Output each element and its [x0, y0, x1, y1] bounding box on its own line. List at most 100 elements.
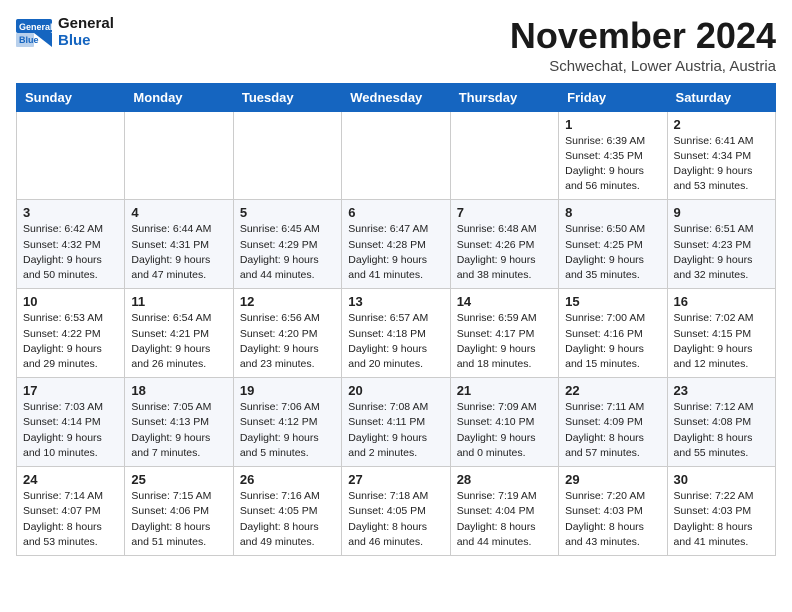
weekday-header-wednesday: Wednesday [342, 83, 450, 111]
logo: General Blue General Blue [16, 16, 114, 49]
calendar-cell: 7 Sunrise: 6:48 AM Sunset: 4:26 PM Daylig… [450, 200, 558, 289]
day-number: 4 [131, 205, 226, 220]
day-number: 8 [565, 205, 660, 220]
day-info: Sunrise: 7:15 AM Sunset: 4:06 PM Dayligh… [131, 489, 226, 550]
title-area: November 2024 Schwechat, Lower Austria, … [510, 16, 776, 75]
calendar-cell [125, 111, 233, 200]
day-info: Sunrise: 7:05 AM Sunset: 4:13 PM Dayligh… [131, 400, 226, 461]
day-number: 28 [457, 472, 552, 487]
calendar-cell: 24Sunrise: 7:14 AM Sunset: 4:07 PM Dayli… [17, 467, 125, 556]
day-info: Sunrise: 6:39 AM Sunset: 4:35 PM Dayligh… [565, 134, 660, 195]
day-number: 9 [674, 205, 769, 220]
day-info: Sunrise: 7:02 AM Sunset: 4:15 PM Dayligh… [674, 311, 769, 372]
month-title: November 2024 [510, 16, 776, 56]
day-info: Sunrise: 7:11 AM Sunset: 4:09 PM Dayligh… [565, 400, 660, 461]
day-number: 6 [348, 205, 443, 220]
day-number: 1 [565, 117, 660, 132]
day-number: 5 [240, 205, 335, 220]
svg-text:Blue: Blue [19, 35, 39, 45]
calendar-week-row: 1 Sunrise: 6:39 AM Sunset: 4:35 PM Daylig… [17, 111, 776, 200]
day-number: 20 [348, 383, 443, 398]
page-header: General Blue General Blue November 2024 … [16, 16, 776, 75]
day-info: Sunrise: 6:59 AM Sunset: 4:17 PM Dayligh… [457, 311, 552, 372]
day-number: 11 [131, 294, 226, 309]
calendar-cell: 5 Sunrise: 6:45 AM Sunset: 4:29 PM Daylig… [233, 200, 341, 289]
calendar-cell: 10 Sunrise: 6:53 AM Sunset: 4:22 PM Dayli… [17, 289, 125, 378]
calendar-cell: 2Sunrise: 6:41 AM Sunset: 4:34 PM Daylig… [667, 111, 775, 200]
day-info: Sunrise: 7:06 AM Sunset: 4:12 PM Dayligh… [240, 400, 335, 461]
weekday-header-friday: Friday [559, 83, 667, 111]
calendar-cell: 9 Sunrise: 6:51 AM Sunset: 4:23 PM Daylig… [667, 200, 775, 289]
day-info: Sunrise: 7:08 AM Sunset: 4:11 PM Dayligh… [348, 400, 443, 461]
day-number: 29 [565, 472, 660, 487]
day-number: 26 [240, 472, 335, 487]
logo-general: General [58, 16, 114, 33]
day-info: Sunrise: 6:44 AM Sunset: 4:31 PM Dayligh… [131, 222, 226, 283]
weekday-header-saturday: Saturday [667, 83, 775, 111]
day-info: Sunrise: 6:50 AM Sunset: 4:25 PM Dayligh… [565, 222, 660, 283]
calendar-cell [342, 111, 450, 200]
calendar-week-row: 24Sunrise: 7:14 AM Sunset: 4:07 PM Dayli… [17, 467, 776, 556]
calendar-cell: 13 Sunrise: 6:57 AM Sunset: 4:18 PM Dayli… [342, 289, 450, 378]
calendar-cell: 23 Sunrise: 7:12 AM Sunset: 4:08 PM Dayli… [667, 378, 775, 467]
logo-blue: Blue [58, 33, 114, 50]
day-number: 21 [457, 383, 552, 398]
day-info: Sunrise: 6:51 AM Sunset: 4:23 PM Dayligh… [674, 222, 769, 283]
calendar-cell: 8 Sunrise: 6:50 AM Sunset: 4:25 PM Daylig… [559, 200, 667, 289]
day-info: Sunrise: 7:00 AM Sunset: 4:16 PM Dayligh… [565, 311, 660, 372]
weekday-header-monday: Monday [125, 83, 233, 111]
day-number: 23 [674, 383, 769, 398]
weekday-header-thursday: Thursday [450, 83, 558, 111]
calendar-cell: 6 Sunrise: 6:47 AM Sunset: 4:28 PM Daylig… [342, 200, 450, 289]
weekday-header-sunday: Sunday [17, 83, 125, 111]
calendar-cell: 19 Sunrise: 7:06 AM Sunset: 4:12 PM Dayli… [233, 378, 341, 467]
weekday-header-row: SundayMondayTuesdayWednesdayThursdayFrid… [17, 83, 776, 111]
calendar-cell: 18 Sunrise: 7:05 AM Sunset: 4:13 PM Dayli… [125, 378, 233, 467]
calendar-cell: 22Sunrise: 7:11 AM Sunset: 4:09 PM Dayli… [559, 378, 667, 467]
day-info: Sunrise: 7:03 AM Sunset: 4:14 PM Dayligh… [23, 400, 118, 461]
day-info: Sunrise: 6:45 AM Sunset: 4:29 PM Dayligh… [240, 222, 335, 283]
day-number: 12 [240, 294, 335, 309]
calendar-cell: 16 Sunrise: 7:02 AM Sunset: 4:15 PM Dayli… [667, 289, 775, 378]
day-number: 7 [457, 205, 552, 220]
day-number: 19 [240, 383, 335, 398]
calendar-cell: 29Sunrise: 7:20 AM Sunset: 4:03 PM Dayli… [559, 467, 667, 556]
calendar-cell: 26Sunrise: 7:16 AM Sunset: 4:05 PM Dayli… [233, 467, 341, 556]
day-info: Sunrise: 6:48 AM Sunset: 4:26 PM Dayligh… [457, 222, 552, 283]
day-number: 30 [674, 472, 769, 487]
calendar-cell: 4 Sunrise: 6:44 AM Sunset: 4:31 PM Daylig… [125, 200, 233, 289]
day-number: 25 [131, 472, 226, 487]
calendar-cell: 14 Sunrise: 6:59 AM Sunset: 4:17 PM Dayli… [450, 289, 558, 378]
calendar-cell: 11 Sunrise: 6:54 AM Sunset: 4:21 PM Dayli… [125, 289, 233, 378]
logo-icon: General Blue [16, 19, 52, 47]
day-number: 14 [457, 294, 552, 309]
calendar-table: SundayMondayTuesdayWednesdayThursdayFrid… [16, 83, 776, 556]
day-info: Sunrise: 6:47 AM Sunset: 4:28 PM Dayligh… [348, 222, 443, 283]
calendar-cell: 20 Sunrise: 7:08 AM Sunset: 4:11 PM Dayli… [342, 378, 450, 467]
calendar-cell: 1 Sunrise: 6:39 AM Sunset: 4:35 PM Daylig… [559, 111, 667, 200]
day-number: 13 [348, 294, 443, 309]
calendar-week-row: 3 Sunrise: 6:42 AM Sunset: 4:32 PM Daylig… [17, 200, 776, 289]
calendar-cell: 15Sunrise: 7:00 AM Sunset: 4:16 PM Dayli… [559, 289, 667, 378]
day-info: Sunrise: 7:12 AM Sunset: 4:08 PM Dayligh… [674, 400, 769, 461]
day-info: Sunrise: 6:42 AM Sunset: 4:32 PM Dayligh… [23, 222, 118, 283]
day-number: 10 [23, 294, 118, 309]
calendar-week-row: 17Sunrise: 7:03 AM Sunset: 4:14 PM Dayli… [17, 378, 776, 467]
day-number: 27 [348, 472, 443, 487]
calendar-cell: 27Sunrise: 7:18 AM Sunset: 4:05 PM Dayli… [342, 467, 450, 556]
day-number: 18 [131, 383, 226, 398]
calendar-week-row: 10 Sunrise: 6:53 AM Sunset: 4:22 PM Dayli… [17, 289, 776, 378]
day-number: 24 [23, 472, 118, 487]
day-info: Sunrise: 6:57 AM Sunset: 4:18 PM Dayligh… [348, 311, 443, 372]
day-number: 3 [23, 205, 118, 220]
weekday-header-tuesday: Tuesday [233, 83, 341, 111]
calendar-cell: 17Sunrise: 7:03 AM Sunset: 4:14 PM Dayli… [17, 378, 125, 467]
day-number: 16 [674, 294, 769, 309]
day-info: Sunrise: 7:22 AM Sunset: 4:03 PM Dayligh… [674, 489, 769, 550]
day-number: 2 [674, 117, 769, 132]
day-info: Sunrise: 6:53 AM Sunset: 4:22 PM Dayligh… [23, 311, 118, 372]
calendar-cell [233, 111, 341, 200]
svg-text:General: General [19, 22, 52, 32]
calendar-cell: 3 Sunrise: 6:42 AM Sunset: 4:32 PM Daylig… [17, 200, 125, 289]
day-info: Sunrise: 6:54 AM Sunset: 4:21 PM Dayligh… [131, 311, 226, 372]
